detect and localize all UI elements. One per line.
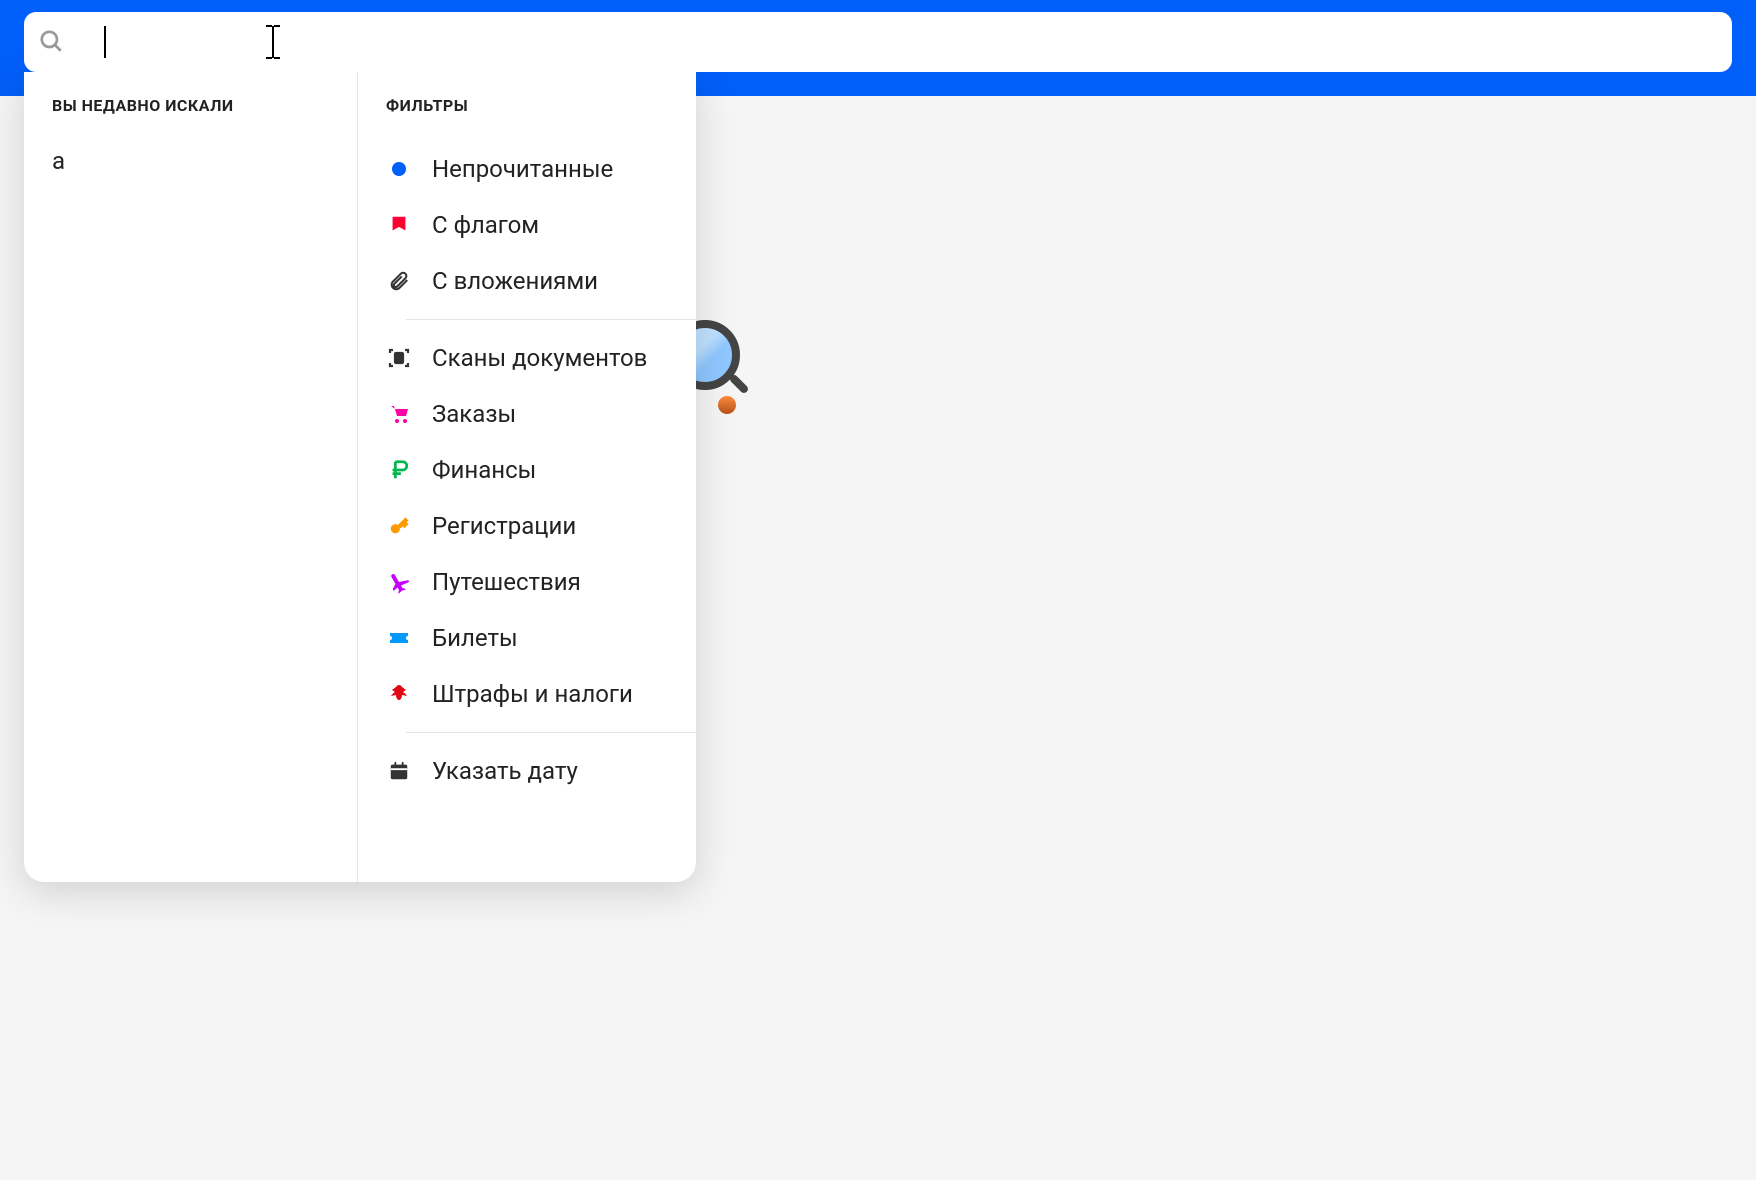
filter-flagged[interactable]: С флагом [358,197,696,253]
recent-item[interactable]: a [52,141,329,181]
search-input[interactable] [66,12,1718,72]
filter-label: С вложениями [432,267,598,295]
flag-icon [386,212,412,238]
ticket-icon [386,625,412,651]
filter-registrations[interactable]: Регистрации [358,498,696,554]
filter-fines[interactable]: Штрафы и налоги [358,666,696,722]
divider [406,319,696,320]
cart-icon [386,401,412,427]
app-root: запросу найдено ВЫ НЕДАВНО ИСКАЛИ a ФИЛЬ… [0,0,1756,1180]
filter-label: Указать дату [432,757,578,785]
filter-scans[interactable]: Сканы документов [358,330,696,386]
filter-label: Регистрации [432,512,576,540]
filter-label: Непрочитанные [432,155,613,183]
key-icon [386,513,412,539]
search-dropdown: ВЫ НЕДАВНО ИСКАЛИ a ФИЛЬТРЫ Непрочитанны… [24,72,696,882]
recent-searches-column: ВЫ НЕДАВНО ИСКАЛИ a [24,72,358,882]
filter-label: Сканы документов [432,344,647,372]
filters-title: ФИЛЬТРЫ [358,96,696,115]
filters-column: ФИЛЬТРЫ Непрочитанные С флагом С вло [358,72,696,882]
filter-label: Штрафы и налоги [432,680,633,708]
filter-label: С флагом [432,211,539,239]
filter-travel[interactable]: Путешествия [358,554,696,610]
unread-dot-icon [386,156,412,182]
filter-orders[interactable]: Заказы [358,386,696,442]
plane-icon [386,569,412,595]
filter-label: Билеты [432,624,518,652]
search-icon [38,28,66,56]
recent-title: ВЫ НЕДАВНО ИСКАЛИ [52,96,329,115]
filter-attachments[interactable]: С вложениями [358,253,696,309]
ruble-icon [386,457,412,483]
scan-icon [386,345,412,371]
filter-label: Финансы [432,456,536,484]
calendar-icon [386,758,412,784]
search-bar[interactable] [24,12,1732,72]
filter-date[interactable]: Указать дату [358,743,696,799]
divider [406,732,696,733]
filter-tickets[interactable]: Билеты [358,610,696,666]
filter-label: Путешествия [432,568,581,596]
eagle-icon [386,681,412,707]
filter-label: Заказы [432,400,516,428]
filter-finance[interactable]: Финансы [358,442,696,498]
filter-unread[interactable]: Непрочитанные [358,141,696,197]
text-cursor [104,26,106,58]
attachment-icon [386,268,412,294]
